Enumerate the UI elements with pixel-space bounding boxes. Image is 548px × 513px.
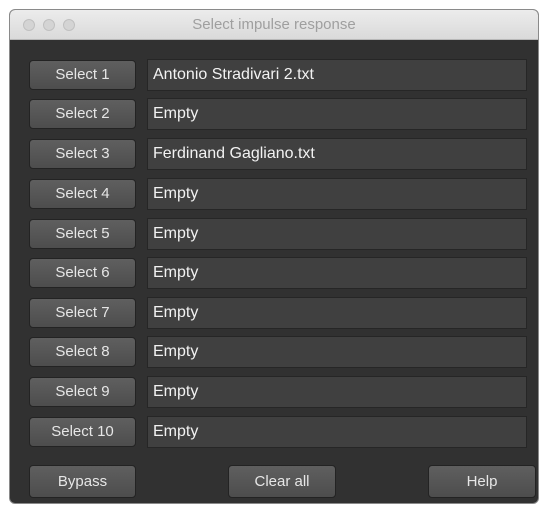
select-10-button[interactable]: Select 10 xyxy=(29,417,136,447)
slot-row-5: Select 5 Empty xyxy=(29,218,527,250)
slot-6-file-field: Empty xyxy=(147,257,527,289)
select-8-button[interactable]: Select 8 xyxy=(29,337,136,367)
help-button[interactable]: Help xyxy=(428,465,536,498)
slot-9-file-field: Empty xyxy=(147,376,527,408)
slot-row-6: Select 6 Empty xyxy=(29,257,527,289)
slot-7-file-field: Empty xyxy=(147,297,527,329)
select-1-button[interactable]: Select 1 xyxy=(29,60,136,90)
slot-row-7: Select 7 Empty xyxy=(29,297,527,329)
slot-5-file-field: Empty xyxy=(147,218,527,250)
select-9-button[interactable]: Select 9 xyxy=(29,377,136,407)
select-5-button[interactable]: Select 5 xyxy=(29,219,136,249)
slot-row-4: Select 4 Empty xyxy=(29,178,527,210)
slot-1-file-field: Antonio Stradivari 2.txt xyxy=(147,59,527,91)
slot-10-file-field: Empty xyxy=(147,416,527,448)
slot-row-9: Select 9 Empty xyxy=(29,376,527,408)
clear-all-button[interactable]: Clear all xyxy=(228,465,336,498)
slot-3-file-field: Ferdinand Gagliano.txt xyxy=(147,138,527,170)
window-title: Select impulse response xyxy=(192,16,356,33)
title-bar: Select impulse response xyxy=(10,10,538,40)
select-7-button[interactable]: Select 7 xyxy=(29,298,136,328)
select-3-button[interactable]: Select 3 xyxy=(29,139,136,169)
slot-row-2: Select 2 Empty xyxy=(29,98,527,130)
slot-8-file-field: Empty xyxy=(147,336,527,368)
bypass-button[interactable]: Bypass xyxy=(29,465,136,498)
slot-2-file-field: Empty xyxy=(147,98,527,130)
impulse-response-window: Select impulse response Select 1 Antonio… xyxy=(9,9,539,504)
slot-row-3: Select 3 Ferdinand Gagliano.txt xyxy=(29,138,527,170)
select-4-button[interactable]: Select 4 xyxy=(29,179,136,209)
slot-4-file-field: Empty xyxy=(147,178,527,210)
select-2-button[interactable]: Select 2 xyxy=(29,99,136,129)
slot-row-8: Select 8 Empty xyxy=(29,336,527,368)
select-6-button[interactable]: Select 6 xyxy=(29,258,136,288)
slot-row-1: Select 1 Antonio Stradivari 2.txt xyxy=(29,59,527,91)
slot-row-10: Select 10 Empty xyxy=(29,416,527,448)
